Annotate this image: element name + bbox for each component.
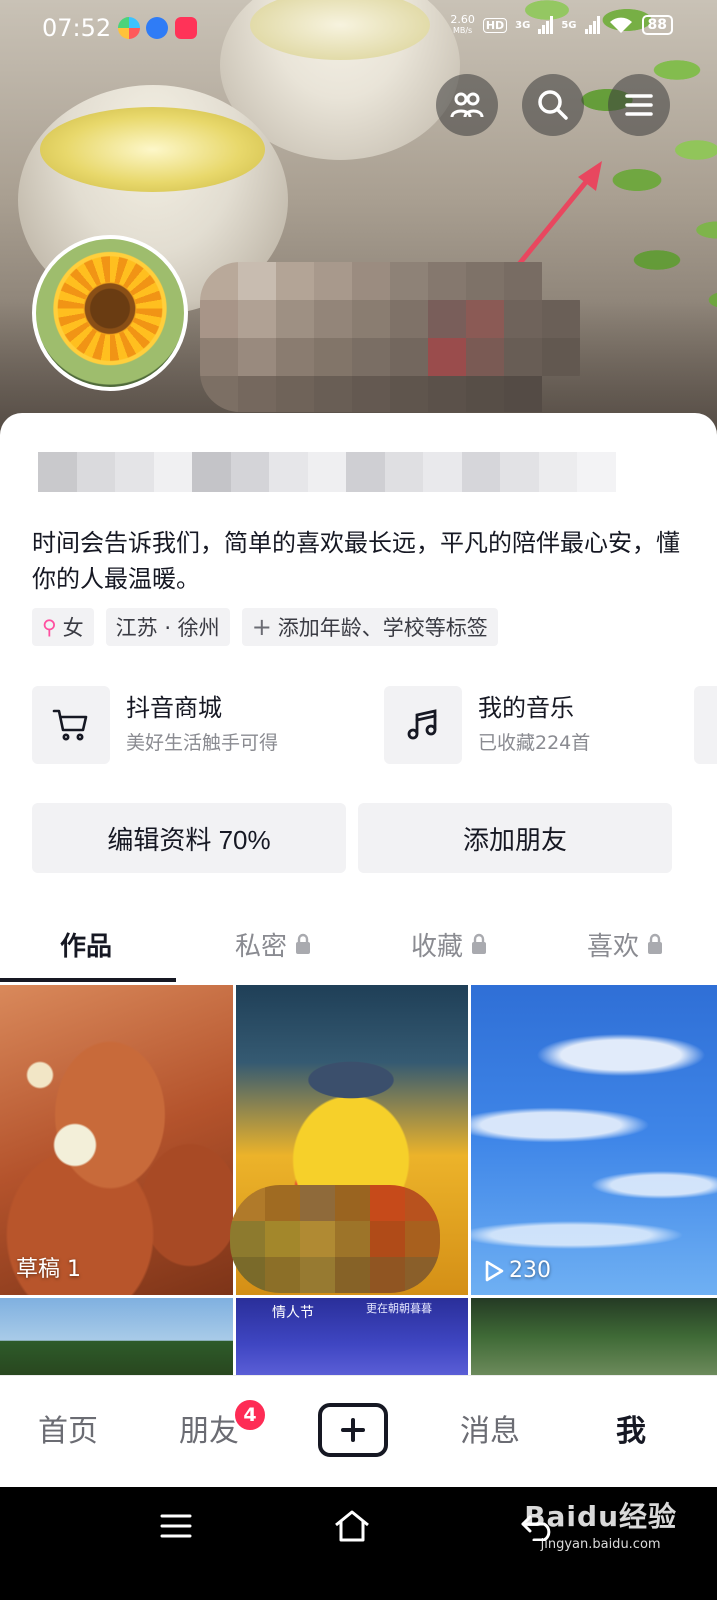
play-count: 230 [483, 1258, 551, 1283]
search-icon [538, 90, 568, 120]
add-tags-label: 添加年龄、学校等标签 [277, 616, 488, 640]
app-notification-icon [146, 17, 168, 39]
tab-label: 喜欢 [587, 931, 640, 962]
wifi-icon [609, 17, 632, 33]
music-subtitle: 已收藏224首 [478, 732, 591, 754]
status-indicators: 2.60 MB/s HD 3G 5G 88 [450, 14, 673, 36]
add-tags-button[interactable]: + 添加年龄、学校等标签 [241, 608, 498, 646]
plus-icon: + [251, 613, 272, 641]
lock-icon [472, 933, 487, 954]
signal-label: 3G [515, 19, 531, 31]
watermark-url: jingyan.baidu.com [540, 1537, 661, 1552]
tab-private[interactable]: 私密 [235, 905, 311, 983]
shop-subtitle: 美好生活触手可得 [126, 732, 279, 754]
user-id-blurred [38, 452, 616, 492]
create-video-button[interactable] [318, 1403, 388, 1457]
music-note-icon [384, 686, 462, 764]
signal-icon [538, 16, 554, 34]
location-tag[interactable]: 江苏 · 徐州 [105, 608, 230, 646]
system-navigation-bar: Baidu经验 jingyan.baidu.com [0, 1487, 717, 1600]
nav-friends[interactable]: 朋友 [179, 1406, 239, 1450]
video-thumbnail[interactable] [0, 1298, 233, 1375]
friends-icon [450, 92, 484, 118]
tab-label: 作品 [60, 931, 113, 962]
festival-subtitle: 更在朝朝暮暮 [366, 1302, 432, 1315]
draft-label: 草稿 1 [16, 1257, 81, 1282]
friends-button[interactable] [436, 74, 498, 136]
status-time: 07:52 [42, 14, 112, 42]
plus-icon [341, 1418, 365, 1442]
hd-badge: HD [482, 17, 508, 33]
location-label: 江苏 · 徐州 [115, 616, 220, 640]
gender-label: 女 [62, 616, 84, 640]
recent-apps-icon[interactable] [160, 1513, 192, 1539]
profile-bio: 时间会告诉我们，简单的喜欢最长远，平凡的陪伴最心安，懂你的人最温暖。 [32, 529, 680, 593]
more-service-entry[interactable] [694, 686, 717, 764]
menu-icon [625, 94, 653, 116]
battery-icon: 88 [641, 15, 673, 35]
profile-tags: ⚲ 女 江苏 · 徐州 + 添加年龄、学校等标签 [32, 608, 498, 646]
home-icon[interactable] [333, 1509, 371, 1543]
lock-icon [296, 933, 311, 954]
app-notification-icon [175, 17, 197, 39]
play-count-value: 230 [509, 1258, 551, 1283]
signal-icon [584, 16, 600, 34]
shop-entry[interactable]: 抖音商城 美好生活触手可得 [32, 686, 278, 764]
blurred-overlay [230, 1185, 440, 1293]
lock-icon [648, 933, 663, 954]
tab-likes[interactable]: 喜欢 [587, 905, 663, 983]
nav-me[interactable]: 我 [616, 1406, 646, 1450]
gender-tag[interactable]: ⚲ 女 [32, 608, 94, 646]
notification-badge: 4 [233, 1398, 267, 1432]
nav-home[interactable]: 首页 [38, 1406, 98, 1450]
music-entry[interactable]: 我的音乐 已收藏224首 [384, 686, 590, 764]
video-thumbnail[interactable] [471, 1298, 717, 1375]
tab-label: 私密 [235, 931, 288, 962]
female-icon: ⚲ [42, 615, 57, 639]
play-icon [485, 1260, 504, 1281]
cart-icon [32, 686, 110, 764]
video-thumbnail-draft[interactable]: 草稿 1 [0, 985, 233, 1295]
music-title: 我的音乐 [478, 694, 574, 722]
username-blurred [200, 262, 580, 412]
active-tab-indicator [0, 978, 176, 982]
watermark: Baidu经验 jingyan.baidu.com [524, 1495, 677, 1552]
shop-title: 抖音商城 [126, 694, 222, 722]
video-thumbnail[interactable]: 230 [471, 985, 717, 1295]
tab-label: 收藏 [411, 931, 464, 962]
watermark-brand: Baidu经验 [524, 1500, 677, 1533]
avatar[interactable] [32, 235, 188, 391]
search-button[interactable] [522, 74, 584, 136]
tab-works[interactable]: 作品 [60, 905, 112, 983]
video-grid: 草稿 1 230 情人节 更在朝朝暮暮 [0, 985, 717, 1375]
content-tabs: 作品 私密 收藏 喜欢 [0, 905, 717, 985]
video-thumbnail[interactable]: 情人节 更在朝朝暮暮 [236, 1298, 468, 1375]
festival-title: 情人节 [272, 1305, 314, 1321]
edit-profile-button[interactable]: 编辑资料 70% [32, 803, 346, 873]
nav-messages[interactable]: 消息 [460, 1406, 520, 1450]
signal-label: 5G [561, 19, 577, 31]
menu-button[interactable] [608, 74, 670, 136]
app-notification-icon [118, 17, 140, 39]
network-speed: 2.60 MB/s [450, 13, 475, 35]
add-friend-button[interactable]: 添加朋友 [358, 803, 672, 873]
status-bar: 07:52 2.60 MB/s HD 3G 5G 88 [0, 0, 717, 58]
tab-favorites[interactable]: 收藏 [411, 905, 487, 983]
